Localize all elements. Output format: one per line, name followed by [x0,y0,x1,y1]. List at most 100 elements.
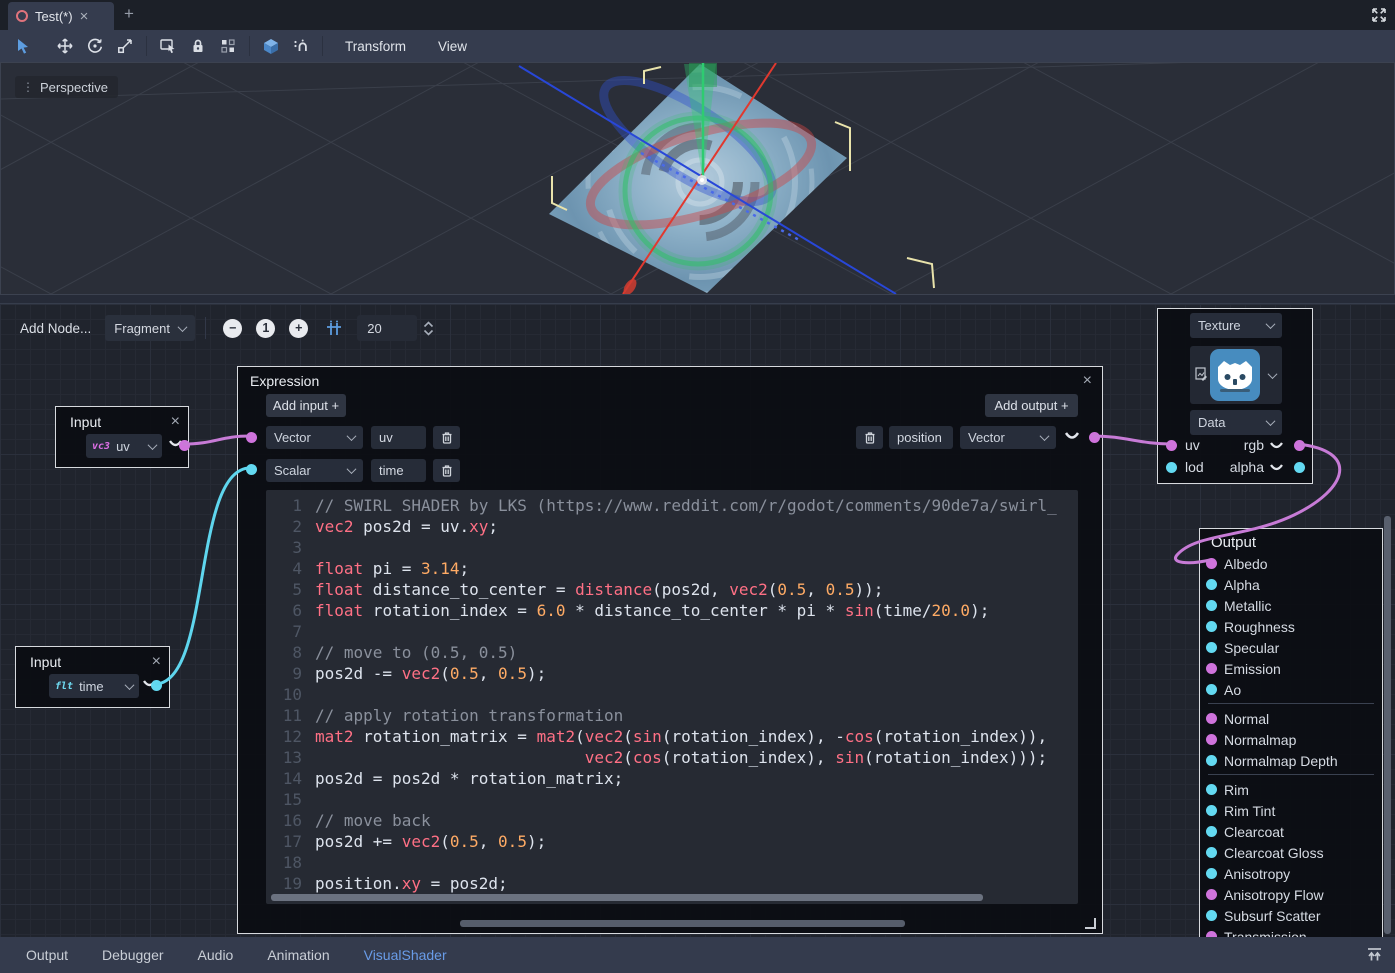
bottom-tab-audio[interactable]: Audio [186,941,246,969]
code-horizontal-scrollbar[interactable] [271,894,983,901]
zoom-reset-button[interactable]: 1 [256,319,275,338]
input-name-field[interactable]: time [371,459,426,482]
input-port-normalmap-depth[interactable] [1206,755,1217,766]
view-menu[interactable]: View [422,39,483,54]
node-title: Input [30,654,61,670]
code-line: 18 [272,852,1078,873]
remove-input-button[interactable] [433,459,460,482]
tab-close-icon[interactable]: × [80,9,89,24]
input-port-roughness[interactable] [1206,621,1217,632]
input-port-metallic[interactable] [1206,600,1217,611]
output-port-row: Anisotropy Flow [1200,884,1382,905]
spatial-toolbar: Transform View [0,30,1395,62]
output-port-alpha[interactable] [1294,462,1305,473]
graph-node-input-uv[interactable]: Input × vc3 uv [55,406,189,468]
input-port-ao[interactable] [1206,684,1217,695]
graph-node-input-time[interactable]: Input × flt time [15,646,170,708]
texture-data-dropdown[interactable]: Data [1190,410,1282,435]
graph-node-expression[interactable]: Expression × Add input + Add output + Ve… [237,366,1103,934]
transform-menu[interactable]: Transform [329,39,422,54]
close-node-icon[interactable]: × [1083,373,1092,389]
input-name-field[interactable]: uv [371,426,426,449]
output-port-time[interactable] [151,680,162,691]
scale-tool-button[interactable] [110,33,140,59]
port-preview-icon[interactable] [1269,463,1284,473]
input-port-rim[interactable] [1206,784,1217,795]
add-node-button[interactable]: Add Node... [14,315,97,342]
grid-snap-toggle[interactable] [319,315,349,341]
remove-input-button[interactable] [433,426,460,449]
list-select-tool-button[interactable] [153,33,183,59]
input-port-lod[interactable] [1166,462,1177,473]
input-source-dropdown[interactable]: vc3 uv [86,434,162,458]
chevron-down-icon [125,680,135,690]
move-tool-button[interactable] [50,33,80,59]
input-port-transmission[interactable] [1206,931,1217,937]
input-port-time[interactable] [246,464,257,475]
input-port-emission[interactable] [1206,663,1217,674]
select-tool-button[interactable] [8,33,38,59]
input-port-anisotropy-flow[interactable] [1206,889,1217,900]
input-type-dropdown[interactable]: Vector [266,426,363,449]
add-input-button[interactable]: Add input + [266,394,346,417]
expand-bottom-panel-icon[interactable] [1366,947,1383,962]
input-port-uv[interactable] [1166,440,1177,451]
input-port-normalmap[interactable] [1206,734,1217,745]
scene-tab-test[interactable]: Test(*) × [8,2,114,30]
expression-code-editor[interactable]: 1// SWIRL SHADER by LKS (https://www.red… [266,490,1078,904]
output-type-dropdown[interactable]: Vector [960,426,1056,449]
zoom-in-button[interactable]: + [289,319,308,338]
new-scene-tab-button[interactable]: + [120,4,138,24]
visualshader-graph[interactable]: Add Node... Fragment − 1 + 20 [0,303,1395,937]
snap-toggle-button[interactable] [286,33,316,59]
input-port-normal[interactable] [1206,713,1217,724]
graph-horizontal-scrollbar[interactable] [460,920,905,927]
node-title: Output [1211,534,1256,551]
zoom-out-button[interactable]: − [223,319,242,338]
texture-preview-widget[interactable] [1190,346,1282,404]
bottom-tab-animation[interactable]: Animation [255,941,341,969]
input-port-clearcoat[interactable] [1206,826,1217,837]
local-space-toggle-button[interactable] [256,33,286,59]
perspective-menu[interactable]: ⋮ Perspective [15,76,118,98]
shader-stage-dropdown[interactable]: Fragment [105,315,195,341]
remove-output-button[interactable] [856,426,883,449]
input-port-albedo[interactable] [1206,558,1217,569]
lock-object-button[interactable] [183,33,213,59]
port-type-badge: flt [55,681,73,692]
output-name-field[interactable]: position [889,426,953,449]
graph-vertical-scrollbar[interactable] [1384,516,1391,934]
fullscreen-toggle-icon[interactable] [1371,7,1387,23]
input-port-subsurf-scatter[interactable] [1206,910,1217,921]
output-port-uv[interactable] [179,440,190,451]
bottom-tab-output[interactable]: Output [14,941,80,969]
port-label: Anisotropy [1224,866,1290,882]
node-resize-handle[interactable] [1085,918,1096,929]
close-node-icon[interactable]: × [171,414,180,430]
output-port-rgb[interactable] [1294,440,1305,451]
graph-node-output[interactable]: Output AlbedoAlphaMetallicRoughnessSpecu… [1199,528,1383,937]
input-type-dropdown[interactable]: Scalar [266,459,363,482]
close-node-icon[interactable]: × [152,654,161,670]
output-port-row: Albedo [1200,553,1382,574]
add-output-button[interactable]: Add output + [985,394,1078,417]
snap-distance-spinbox[interactable]: 20 [357,315,417,341]
port-preview-icon[interactable] [1269,441,1284,451]
input-port-rim-tint[interactable] [1206,805,1217,816]
3d-viewport[interactable]: ⋮ Perspective [0,62,1395,295]
input-port-uv[interactable] [246,432,257,443]
bottom-tab-debugger[interactable]: Debugger [90,941,176,969]
output-port-position[interactable] [1089,432,1100,443]
input-port-clearcoat-gloss[interactable] [1206,847,1217,858]
rotate-tool-button[interactable] [80,33,110,59]
input-source-dropdown[interactable]: flt time [49,674,139,698]
port-label: alpha [1230,459,1264,475]
spinbox-stepper-icon[interactable] [423,321,434,336]
bottom-tab-visualshader[interactable]: VisualShader [352,941,459,969]
port-preview-icon[interactable] [1064,431,1080,442]
input-port-alpha[interactable] [1206,579,1217,590]
input-port-specular[interactable] [1206,642,1217,653]
group-object-button[interactable] [213,33,243,59]
input-port-anisotropy[interactable] [1206,868,1217,879]
port-label: Roughness [1224,619,1295,635]
